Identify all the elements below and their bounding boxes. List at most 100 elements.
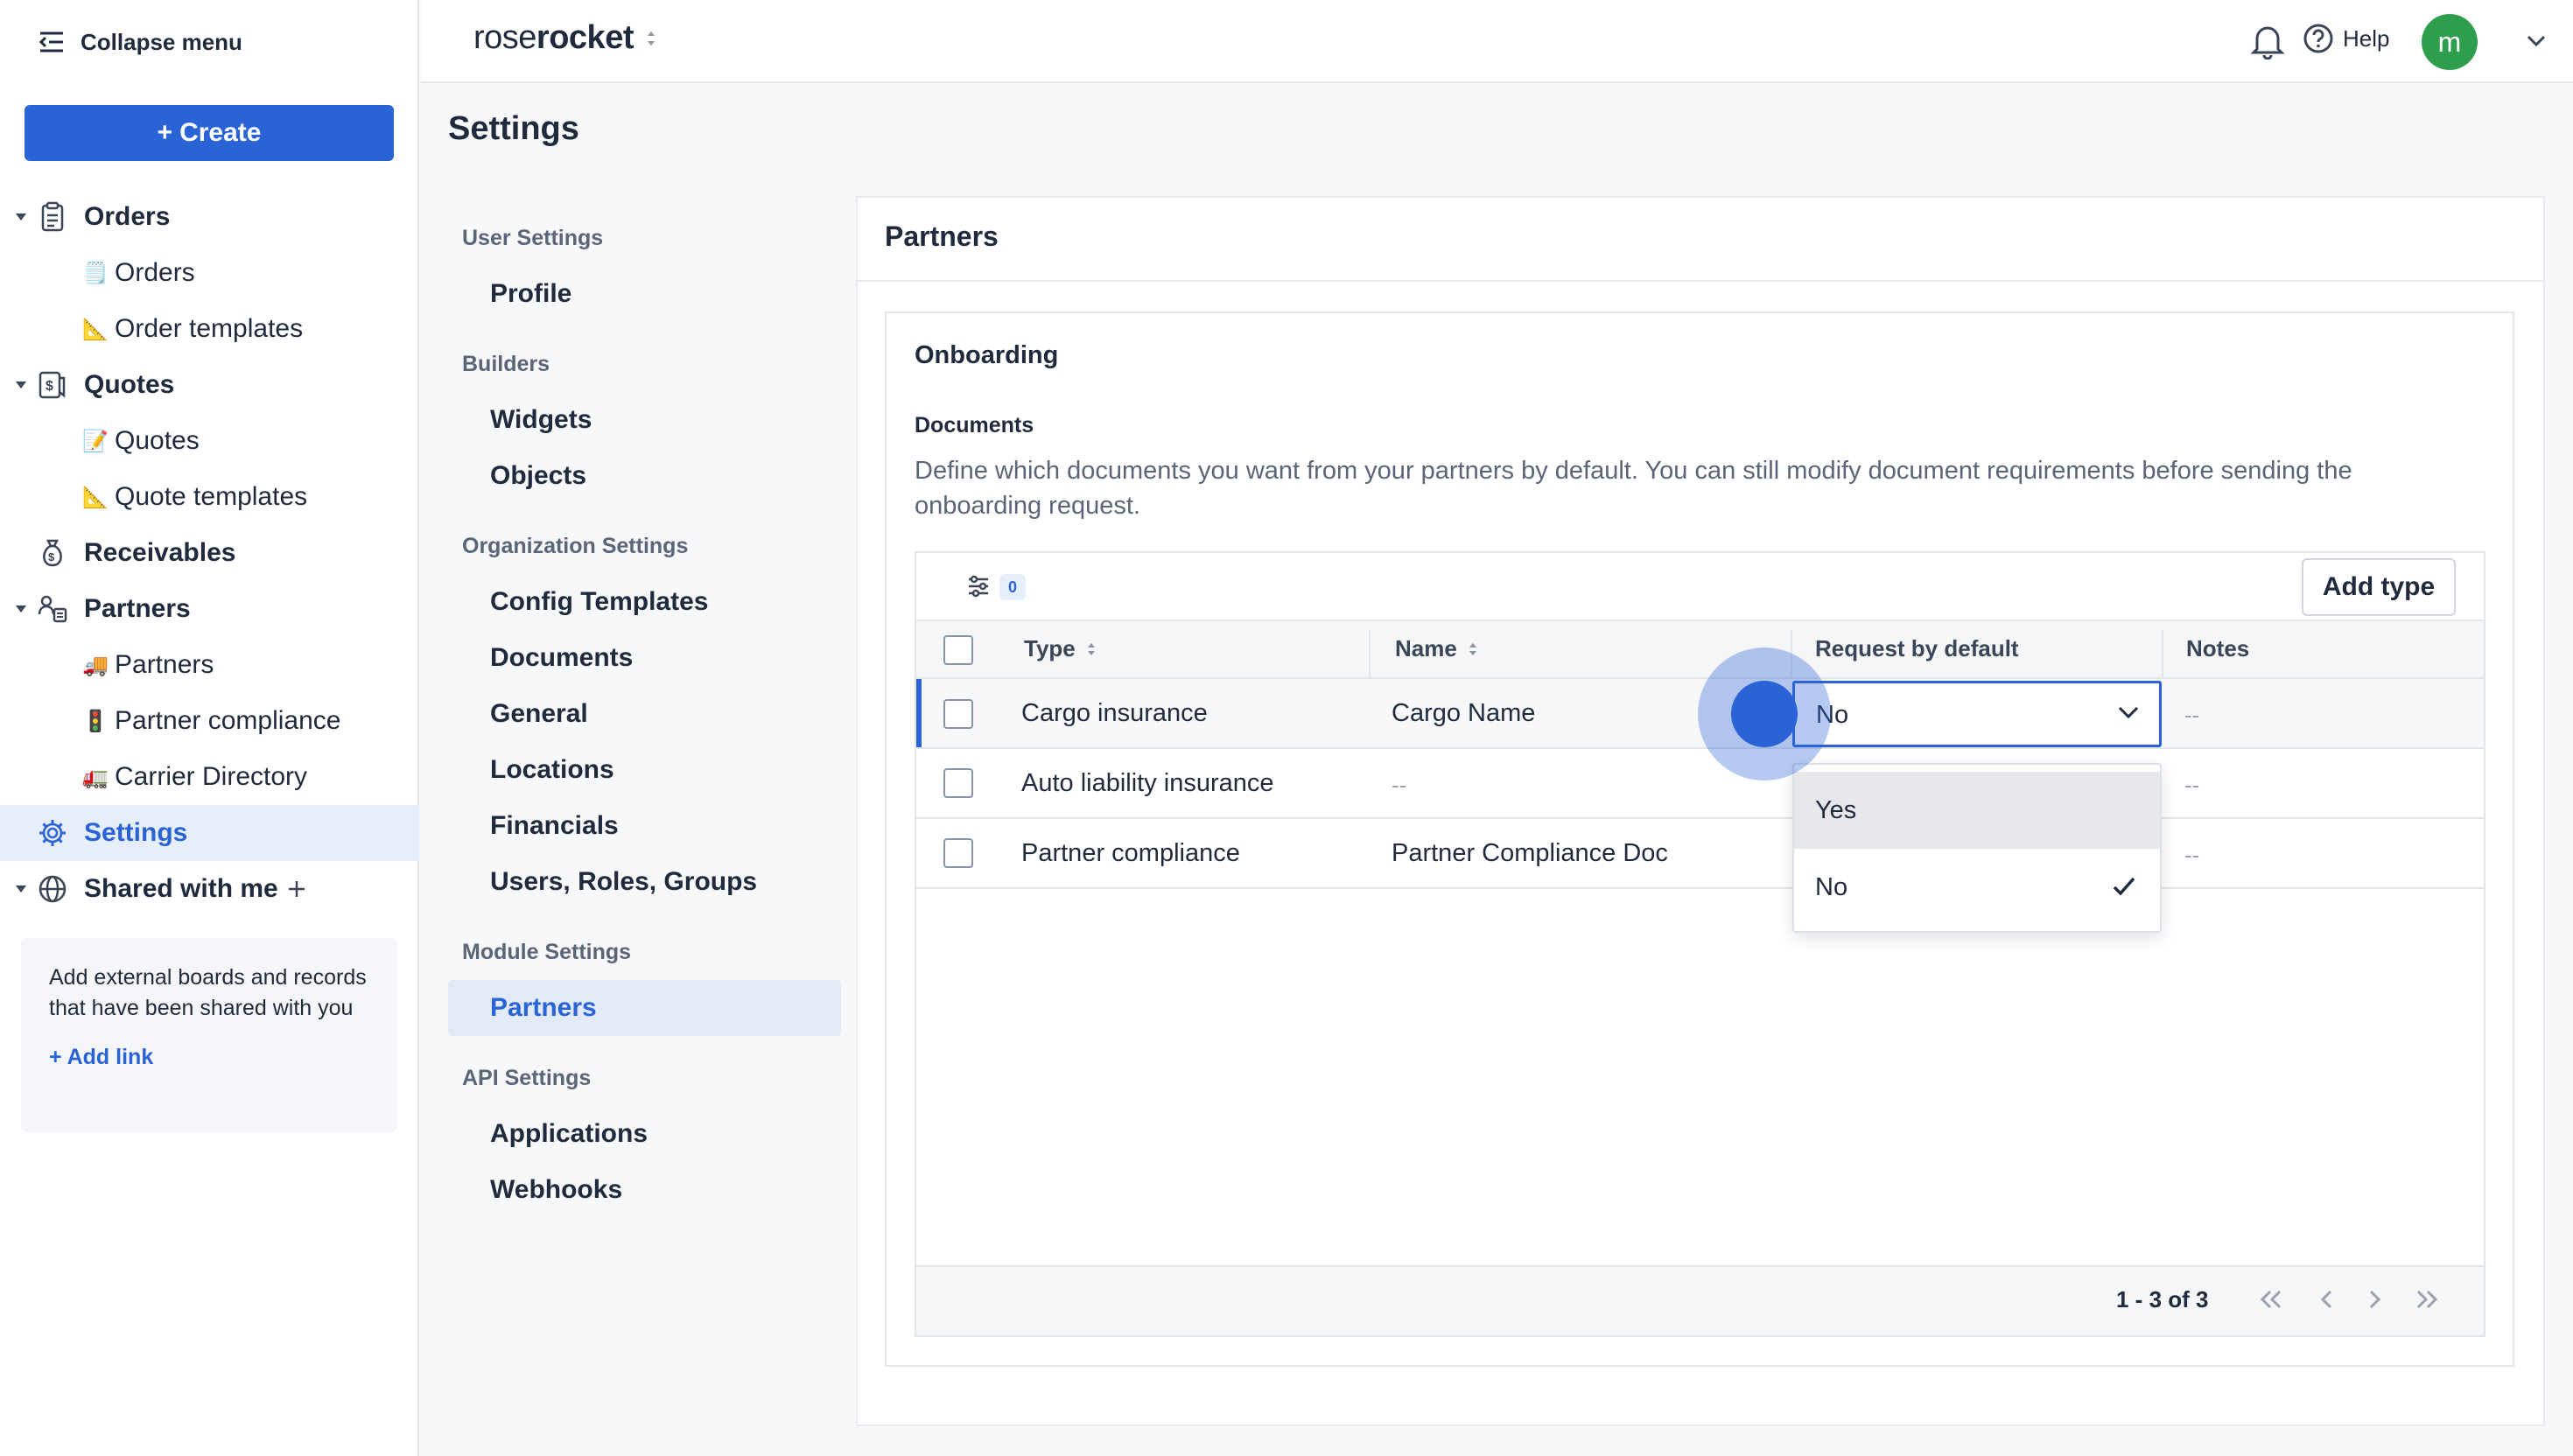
nav-partners-partners[interactable]: 🚚 Partners	[0, 639, 419, 691]
nav-shared-with-me[interactable]: Shared with me	[0, 863, 419, 915]
nav-quotes-quotes[interactable]: 📝 Quotes	[0, 415, 419, 467]
money-bag-icon: $	[43, 539, 62, 567]
nav-carrier-directory[interactable]: 🚛 Carrier Directory	[0, 751, 419, 803]
caret-down-icon[interactable]	[14, 882, 28, 896]
nav-settings[interactable]: Settings	[0, 805, 419, 861]
filter-icon[interactable]	[966, 574, 991, 598]
settings-item-partners[interactable]: Partners	[448, 980, 841, 1036]
row-checkbox[interactable]	[943, 838, 973, 868]
nav-sub-label: Quote templates	[115, 482, 308, 511]
first-page-icon[interactable]	[2256, 1284, 2286, 1314]
add-shared-icon[interactable]	[287, 879, 306, 899]
cell-notes[interactable]: --	[2184, 702, 2199, 729]
column-header-type[interactable]: Type	[1024, 635, 1097, 662]
lorry-icon: 🚛	[82, 765, 109, 789]
help-label: Help	[2343, 24, 2390, 52]
settings-item-locations[interactable]: Locations	[448, 742, 841, 798]
add-type-button[interactable]: Add type	[2302, 558, 2456, 616]
documents-heading: Documents	[915, 413, 1034, 438]
cell-type: Auto liability insurance	[1021, 769, 1274, 797]
settings-item-webhooks[interactable]: Webhooks	[448, 1162, 841, 1218]
shared-info-text: Add external boards and records that hav…	[49, 965, 367, 1020]
nav-orders-orders[interactable]: 🗒️ Orders	[0, 247, 419, 299]
collapse-menu-button[interactable]: Collapse menu	[39, 24, 242, 60]
nav-receivables-label: Receivables	[84, 538, 236, 567]
nav-quote-templates[interactable]: 📐 Quote templates	[0, 471, 419, 523]
chevron-down-icon	[2118, 706, 2139, 719]
add-link-button[interactable]: + Add link	[49, 1045, 369, 1070]
settings-item-users-roles-groups[interactable]: Users, Roles, Groups	[448, 854, 841, 910]
nav-sub-label: Orders	[115, 258, 195, 287]
nav-shared-label: Shared with me	[84, 874, 278, 903]
dropdown-option-no[interactable]: No	[1794, 849, 2160, 926]
notepad-icon: 🗒️	[82, 261, 109, 285]
request-by-default-select[interactable]: No	[1792, 681, 2162, 747]
sort-icon[interactable]	[1468, 640, 1478, 659]
quote-icon: $	[39, 371, 66, 399]
row-checkbox[interactable]	[943, 699, 973, 729]
last-page-icon[interactable]	[2412, 1284, 2442, 1314]
cell-name[interactable]: Cargo Name	[1392, 699, 1535, 728]
chevron-down-icon[interactable]	[2526, 33, 2547, 47]
nav-partner-compliance[interactable]: 🚦 Partner compliance	[0, 695, 419, 747]
create-label: Create	[179, 118, 262, 147]
column-header-label: Type	[1024, 635, 1076, 662]
select-all-checkbox[interactable]	[943, 635, 973, 665]
documents-description: Define which documents you want from you…	[915, 457, 2352, 520]
help-button[interactable]: Help	[2303, 23, 2389, 54]
settings-item-applications[interactable]: Applications	[448, 1106, 841, 1162]
next-page-icon[interactable]	[2359, 1284, 2389, 1314]
row-checkbox[interactable]	[943, 768, 973, 798]
cell-type: Partner compliance	[1021, 839, 1240, 867]
settings-item-widgets[interactable]: Widgets	[448, 392, 841, 448]
nav-quotes-label: Quotes	[84, 370, 175, 399]
create-button[interactable]: + Create	[25, 105, 394, 161]
cell-name[interactable]: --	[1392, 772, 1406, 799]
caret-down-icon[interactable]	[14, 378, 28, 392]
sort-icon[interactable]	[1086, 640, 1097, 659]
column-header-name[interactable]: Name	[1395, 635, 1478, 662]
cell-notes[interactable]: --	[2184, 842, 2199, 869]
divider	[858, 280, 2543, 282]
app-logo[interactable]: roserocket	[473, 19, 656, 57]
nav-sub-label: Order templates	[115, 314, 304, 343]
section-heading-module-settings: Module Settings	[462, 940, 632, 964]
row-selected-indicator	[916, 679, 922, 747]
plus-icon: +	[157, 118, 173, 147]
collapse-menu-label: Collapse menu	[81, 28, 242, 55]
settings-item-general[interactable]: General	[448, 686, 841, 742]
cell-notes[interactable]: --	[2184, 772, 2199, 799]
ruler-icon: 📐	[82, 317, 109, 341]
nav-quotes[interactable]: $ Quotes	[0, 359, 419, 411]
svg-text:$: $	[46, 379, 53, 394]
logo-text-light: rose	[473, 19, 536, 56]
section-heading-user-settings: User Settings	[462, 226, 604, 250]
bell-icon[interactable]	[2250, 23, 2285, 60]
avatar[interactable]: m	[2422, 14, 2478, 70]
column-header-label: Name	[1395, 635, 1457, 662]
cell-name[interactable]: Partner Compliance Doc	[1392, 839, 1668, 868]
nav-settings-label: Settings	[84, 818, 188, 847]
settings-item-documents[interactable]: Documents	[448, 630, 841, 686]
nav-orders[interactable]: Orders	[0, 191, 419, 243]
caret-down-icon[interactable]	[14, 210, 28, 224]
ruler-icon: 📐	[82, 485, 109, 509]
dropdown-option-yes[interactable]: Yes	[1794, 772, 2160, 849]
tap-indicator-dot	[1731, 681, 1798, 747]
nav-receivables[interactable]: $ Receivables	[0, 527, 419, 579]
settings-item-profile[interactable]: Profile	[448, 266, 841, 322]
nav-order-templates[interactable]: 📐 Order templates	[0, 303, 419, 355]
settings-item-config-templates[interactable]: Config Templates	[448, 574, 841, 630]
settings-item-objects[interactable]: Objects	[448, 448, 841, 504]
card-title: Partners	[885, 220, 999, 252]
cell-type: Cargo insurance	[1021, 699, 1208, 727]
caret-down-icon[interactable]	[14, 602, 28, 616]
partners-icon	[38, 595, 67, 623]
workspace-switch-icon[interactable]	[646, 29, 656, 48]
nav-partners[interactable]: Partners	[0, 583, 419, 635]
settings-item-financials[interactable]: Financials	[448, 798, 841, 854]
collapse-menu-icon	[39, 31, 65, 53]
previous-page-icon[interactable]	[2312, 1284, 2342, 1314]
memo-icon: 📝	[82, 429, 109, 453]
column-header-label: Request by default	[1815, 635, 2019, 662]
